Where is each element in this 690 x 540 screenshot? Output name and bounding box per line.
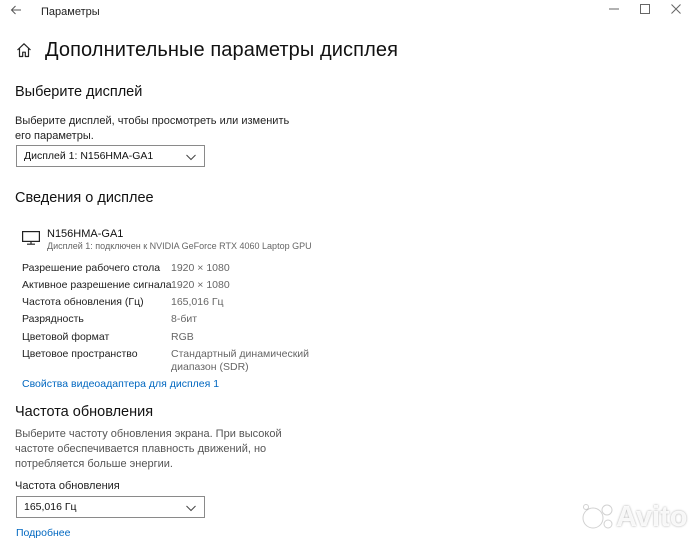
info-value-color-format: RGB [171, 331, 194, 343]
info-label-active-signal-resolution: Активное разрешение сигнала [22, 279, 172, 291]
close-icon[interactable] [669, 4, 683, 18]
avito-logo-icon [582, 503, 614, 531]
info-value-refresh-rate: 165,016 Гц [171, 296, 224, 308]
display-select[interactable]: Дисплей 1: N156HMA-GA1 [16, 145, 205, 167]
home-icon[interactable] [16, 42, 32, 58]
section-heading-refresh-rate: Частота обновления [15, 404, 154, 420]
info-value-desktop-resolution: 1920 × 1080 [171, 262, 230, 274]
arrow-left-icon[interactable] [8, 4, 24, 20]
section-heading-display-info: Сведения о дисплее [15, 190, 154, 206]
info-label-color-space: Цветовое пространство [22, 348, 138, 360]
monitor-icon [22, 231, 40, 245]
window-title: Параметры [41, 6, 100, 18]
info-value-bit-depth: 8-бит [171, 313, 198, 325]
maximize-icon[interactable] [638, 4, 652, 18]
info-label-refresh-rate: Частота обновления (Гц) [22, 296, 144, 308]
learn-more-link[interactable]: Подробнее [16, 527, 70, 539]
refresh-rate-select-value: 165,016 Гц [24, 501, 77, 513]
info-label-color-format: Цветовой формат [22, 331, 110, 343]
minimize-icon[interactable] [607, 4, 621, 18]
refresh-rate-field-label: Частота обновления [15, 480, 120, 492]
select-display-description: Выберите дисплей, чтобы просмотреть или … [15, 115, 290, 142]
page-header: Дополнительные параметры дисплея [16, 38, 398, 62]
chevron-down-icon [185, 150, 197, 162]
section-heading-select-display: Выберите дисплей [15, 84, 143, 100]
refresh-rate-description: Выберите частоту обновления экрана. При … [15, 428, 282, 470]
display-select-value: Дисплей 1: N156HMA-GA1 [24, 150, 154, 162]
adapter-properties-link[interactable]: Свойства видеоадаптера для дисплея 1 [22, 378, 219, 390]
title-bar: Параметры [0, 0, 690, 24]
monitor-name: N156HMA-GA1 [47, 228, 124, 240]
refresh-rate-select[interactable]: 165,016 Гц [16, 496, 205, 518]
page-title: Дополнительные параметры дисплея [45, 38, 398, 61]
info-value-active-signal-resolution: 1920 × 1080 [171, 279, 230, 291]
info-value-color-space: Стандартный динамический диапазон (SDR) [171, 348, 310, 373]
info-label-bit-depth: Разрядность [22, 313, 84, 325]
info-label-desktop-resolution: Разрешение рабочего стола [22, 262, 161, 274]
monitor-subtitle: Дисплей 1: подключен к NVIDIA GeForce RT… [47, 241, 312, 251]
avito-watermark-text: Avito [616, 500, 688, 533]
avito-watermark: Avito [582, 500, 687, 534]
chevron-down-icon [185, 501, 197, 513]
